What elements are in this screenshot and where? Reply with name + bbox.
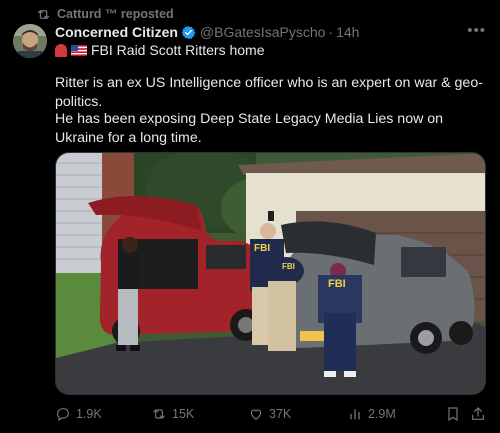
post-photo[interactable]: FBI FBI FBI [55,152,486,395]
author-name[interactable]: Concerned Citizen [55,24,178,40]
repost-icon [153,409,165,419]
view-count: 2.9M [368,407,396,421]
separator-dot: · [328,24,334,40]
action-bar: 1.9K 15K 37K 2.9M [55,404,486,424]
post-paragraph-2: He has been exposing Deep State Legacy M… [55,111,444,146]
fbi-plate-text: FBI [282,262,295,271]
views-chart-icon [350,409,360,420]
repost-label: Catturd ™ reposted [57,7,174,21]
bookmark-icon [448,407,458,422]
more-options-icon[interactable]: ••• [467,22,486,39]
verified-badge-icon[interactable] [181,25,196,40]
heart-icon [250,409,262,421]
post-header: Concerned Citizen @BGatesIsaPyscho · 14h [55,22,488,42]
like-button[interactable]: 37K [248,404,291,424]
bookmark-button[interactable] [445,404,461,424]
author-handle[interactable]: @BGatesIsaPyscho [200,24,326,40]
avatar[interactable] [13,24,47,58]
us-flag-icon [71,44,87,56]
fbi-jacket-text-2: FBI [328,278,346,290]
siren-emoji-icon [55,43,67,57]
post-headline-row: FBI Raid Scott Ritters home [55,41,265,59]
repost-icon [37,9,50,19]
post-paragraph-1: Ritter is an ex US Intelligence officer … [55,75,483,110]
post-timestamp[interactable]: 14h [336,24,359,40]
share-button[interactable] [470,404,486,424]
repost-button[interactable]: 15K [151,404,194,424]
share-icon [472,407,484,420]
repost-indicator[interactable]: Catturd ™ reposted [36,6,174,22]
fbi-jacket-text-1: FBI [254,243,270,254]
reply-count: 1.9K [76,407,102,421]
repost-count: 15K [172,407,195,421]
like-count: 37K [269,407,292,421]
views-button[interactable]: 2.9M [347,404,396,424]
reply-button[interactable]: 1.9K [55,404,102,424]
reply-icon [57,408,69,422]
post-headline: FBI Raid Scott Ritters home [91,42,265,58]
